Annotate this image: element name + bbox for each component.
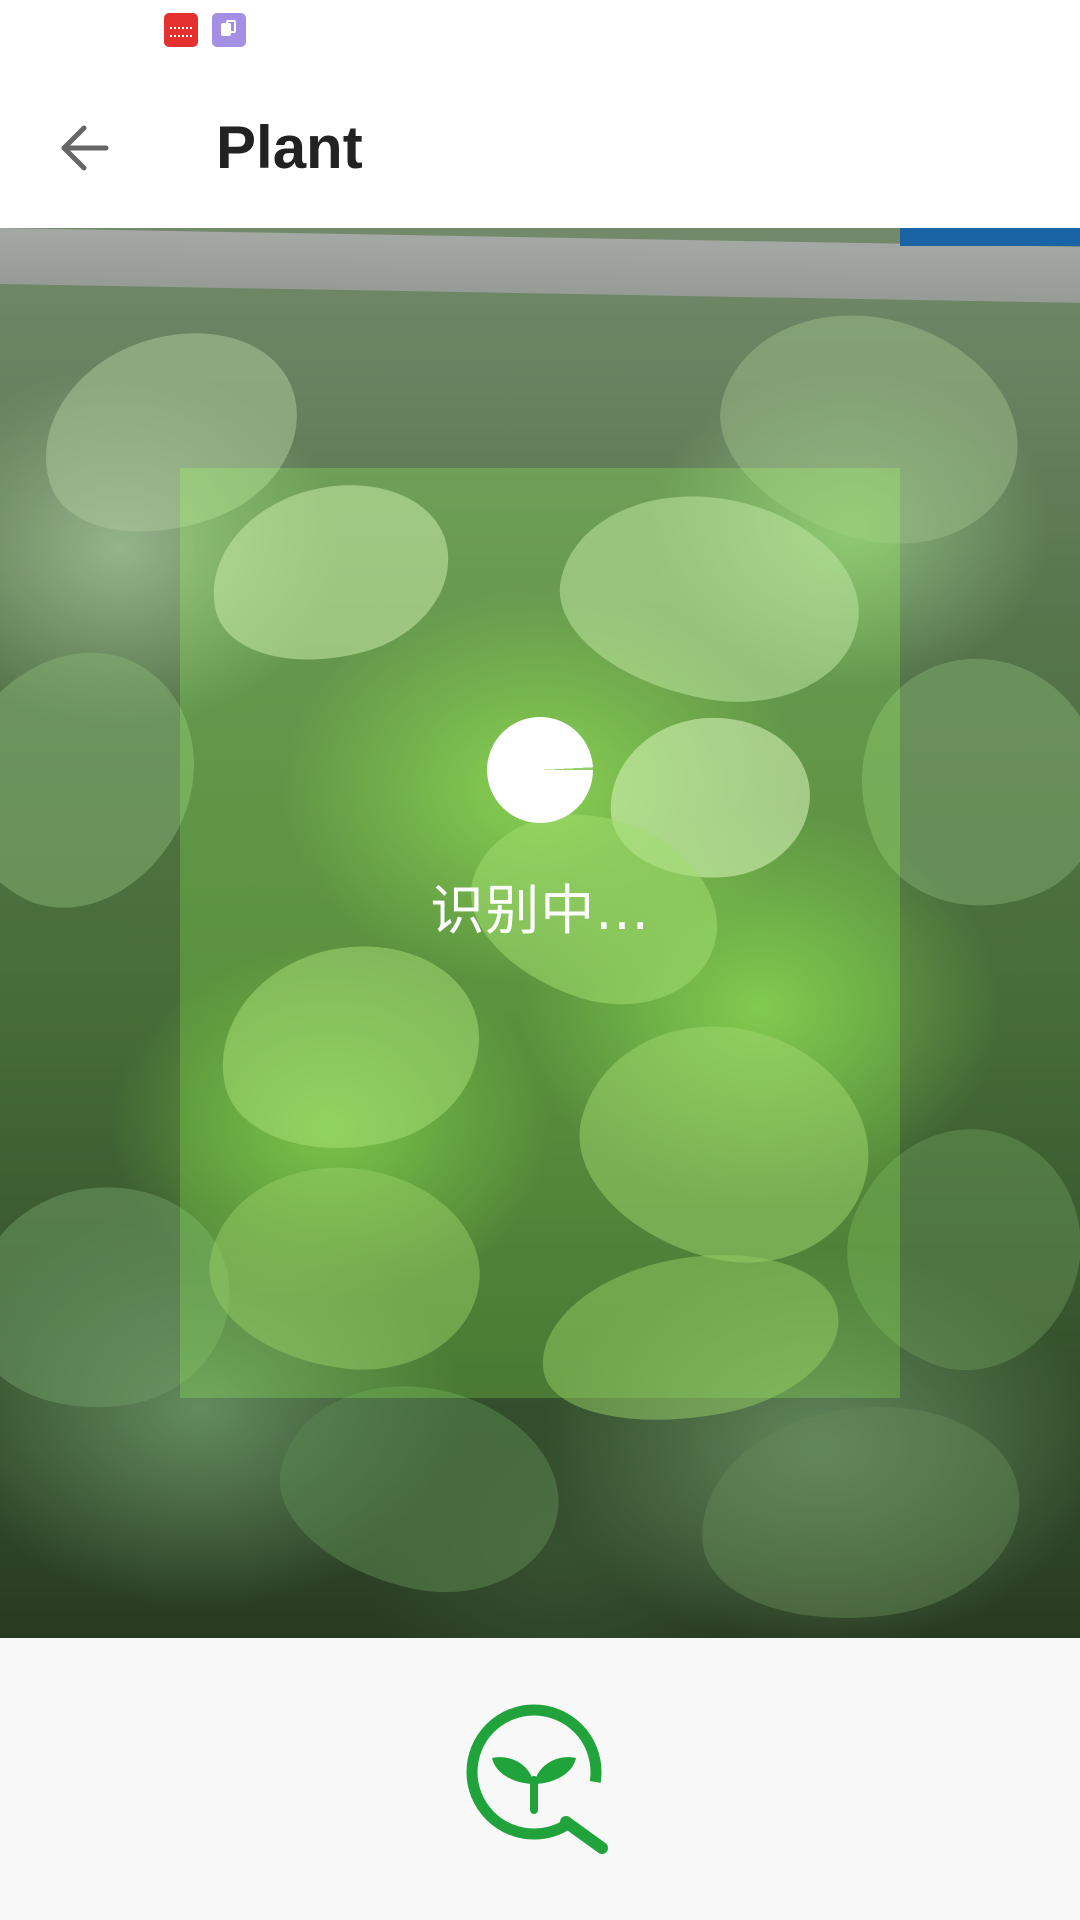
screen: Plant 识别中... [0,0,1080,1920]
arrow-left-icon [61,125,109,171]
notification-app-icon [212,13,246,47]
loading-spinner [487,717,593,823]
app-bar: Plant [0,60,1080,228]
scan-frame: 识别中... [180,459,900,1443]
leaf-shape [528,1233,852,1443]
plant-search-logo-icon[interactable] [466,1698,616,1858]
camera-preview: 识别中... [0,228,1080,1638]
preview-top-edge-blue [900,228,1080,246]
leaf-shape [556,996,894,1290]
back-button[interactable] [40,104,128,192]
leaf-shape [544,473,876,723]
leaf-shape [192,459,468,687]
leaf-shape [262,1361,578,1615]
leaf-shape [686,1386,1034,1638]
status-bar [0,0,1080,60]
loading-text: 识别中... [430,879,650,942]
leaf-shape [202,923,498,1173]
bottom-bar [0,1638,1080,1920]
notification-app-icon [164,13,198,47]
page-title: Plant [216,114,363,181]
leaf-shape [200,1154,490,1382]
